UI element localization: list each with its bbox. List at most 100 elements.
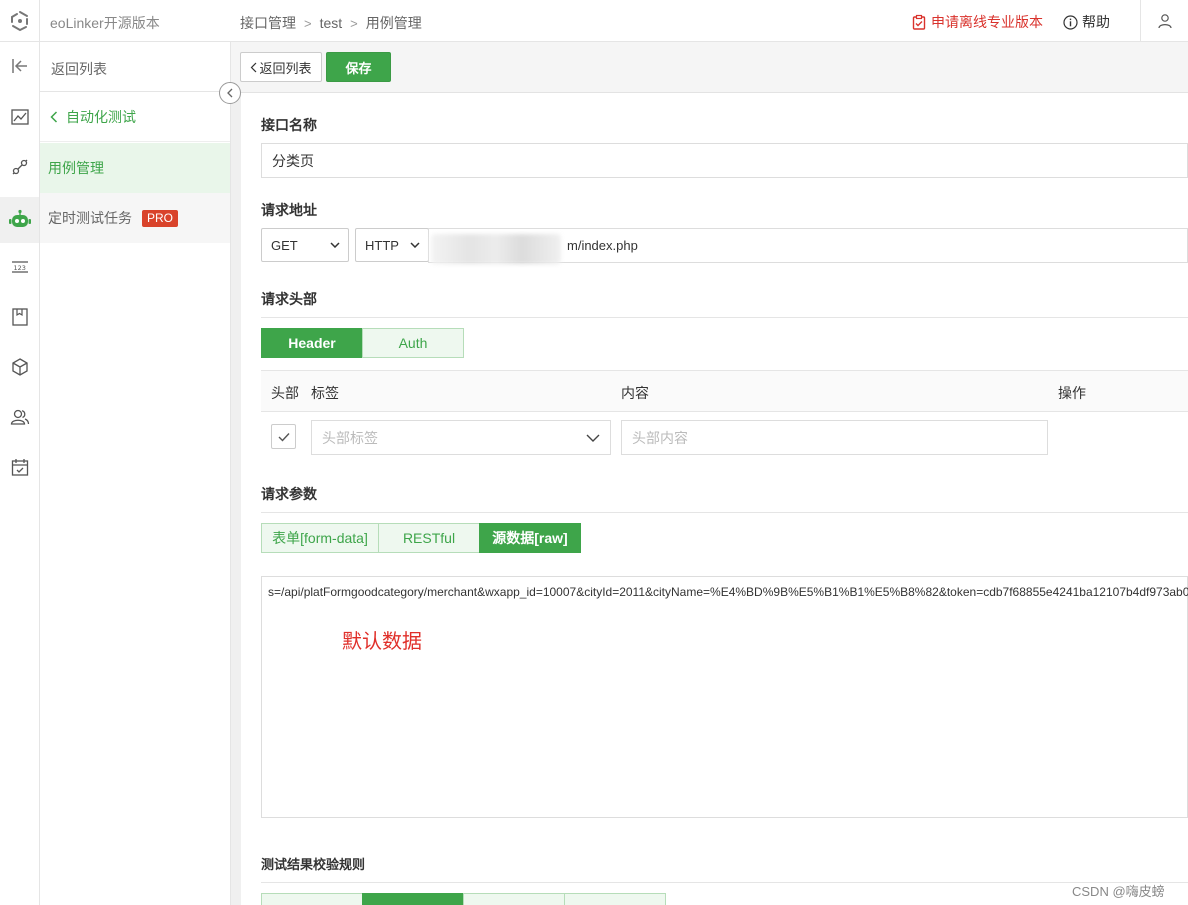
tab-form-data[interactable]: 表单[form-data] [261, 523, 379, 553]
chevron-left-icon [227, 88, 233, 98]
rail-item-link[interactable] [0, 147, 39, 187]
sidebar-item-case-management[interactable]: 用例管理 [40, 143, 230, 193]
svg-text:123: 123 [13, 264, 25, 272]
validation-rules-label: 测试结果校验规则 [261, 857, 366, 872]
protocol-value: HTTP [365, 237, 399, 253]
column-content: 内容 [621, 385, 649, 401]
chevron-down-icon [410, 242, 420, 248]
toolbar: 返回列表 保存 [231, 42, 1188, 93]
back-to-list-label: 返回列表 [51, 61, 107, 77]
default-data-annotation: 默认数据 [342, 631, 422, 653]
help-link[interactable]: 帮助 [1063, 12, 1110, 32]
tab-validation-2[interactable] [362, 893, 464, 905]
help-label: 帮助 [1082, 14, 1110, 30]
header-content-placeholder: 头部内容 [632, 429, 688, 446]
calendar-icon [11, 459, 28, 476]
raw-body-textarea[interactable]: s=/api/platFormgoodcategory/merchant&wxa… [261, 576, 1188, 818]
api-name-input[interactable]: 分类页 [261, 143, 1188, 178]
tab-validation-4[interactable] [564, 893, 666, 905]
rail-item-back[interactable] [0, 46, 39, 86]
divider [261, 317, 1188, 318]
tab-auth[interactable]: Auth [362, 328, 464, 358]
back-to-list-link[interactable]: 返回列表 [40, 42, 230, 92]
tab-header[interactable]: Header [261, 328, 363, 358]
sidebar-item-label: 定时测试任务 [48, 210, 132, 226]
header-content-input[interactable]: 头部内容 [621, 420, 1048, 455]
header-label-input[interactable]: 头部标签 [311, 420, 611, 455]
api-name-value: 分类页 [272, 152, 314, 169]
logo[interactable] [0, 0, 40, 41]
header-table-head: 头部 标签 内容 操作 [261, 370, 1188, 412]
rail-item-robot[interactable] [0, 197, 39, 243]
breadcrumb-item-current: 用例管理 [365, 15, 422, 31]
back-button[interactable]: 返回列表 [240, 52, 322, 82]
info-icon [1063, 14, 1078, 30]
icon-rail: 123 [0, 42, 40, 905]
document-icon [11, 308, 28, 326]
tab-raw[interactable]: 源数据[raw] [479, 523, 581, 553]
request-headers-label: 请求头部 [261, 291, 317, 307]
rail-item-users[interactable] [0, 397, 39, 437]
raw-body-text: s=/api/platFormgoodcategory/merchant&wxa… [268, 585, 1188, 599]
watermark: CSDN @嗨皮螃 [1072, 884, 1165, 899]
collapse-left-icon [11, 59, 27, 73]
method-select[interactable]: GET [261, 228, 349, 262]
case-editor: 接口名称 分类页 请求地址 GET HTTP m/index.php 请求头部 … [241, 93, 1188, 905]
rail-item-numbers[interactable]: 123 [0, 247, 39, 287]
chevron-left-icon [251, 62, 257, 72]
sidebar-item-scheduled-tasks[interactable]: 定时测试任务 PRO [40, 193, 230, 243]
column-label: 标签 [311, 385, 339, 401]
tab-restful[interactable]: RESTful [378, 523, 480, 553]
rail-item-calendar[interactable] [0, 447, 39, 487]
tab-validation-1[interactable] [261, 893, 363, 905]
clipboard-icon [912, 14, 926, 30]
rail-item-chart[interactable] [0, 97, 39, 137]
column-enable: 头部 [271, 385, 299, 401]
breadcrumb-item-project[interactable]: test [320, 15, 343, 31]
divider [261, 512, 1188, 513]
app-title: eoLinker开源版本 [50, 15, 160, 31]
save-button[interactable]: 保存 [326, 52, 391, 82]
header-tabs: Header Auth [261, 328, 464, 358]
redacted-url-blur [431, 234, 561, 264]
chevron-left-icon [50, 111, 58, 123]
rail-item-document[interactable] [0, 297, 39, 337]
sidebar-group-automation[interactable]: 自动化测试 [40, 93, 230, 142]
validation-tabs [261, 893, 666, 905]
chevron-down-icon [586, 434, 600, 442]
user-menu[interactable] [1140, 0, 1188, 41]
column-action: 操作 [1058, 385, 1086, 401]
request-url-label: 请求地址 [261, 202, 317, 218]
param-tabs: 表单[form-data] RESTful 源数据[raw] [261, 523, 581, 553]
number-icon: 123 [11, 261, 28, 273]
user-icon [1157, 13, 1172, 28]
protocol-select[interactable]: HTTP [355, 228, 429, 262]
api-name-label: 接口名称 [261, 117, 317, 133]
sidebar-item-label: 用例管理 [48, 160, 104, 176]
link-icon [12, 159, 27, 175]
logo-icon [10, 10, 28, 31]
chevron-right-icon: > [350, 15, 358, 31]
request-url-value: m/index.php [567, 238, 638, 253]
pro-badge: PRO [142, 209, 179, 227]
tab-validation-3[interactable] [463, 893, 565, 905]
header-row-checkbox[interactable] [271, 424, 296, 449]
header-label-placeholder: 头部标签 [322, 429, 378, 446]
cube-icon [11, 358, 28, 376]
breadcrumb: 接口管理 > test > 用例管理 [240, 13, 422, 33]
users-icon [10, 409, 29, 425]
sidebar: 返回列表 自动化测试 用例管理 定时测试任务 PRO [40, 42, 231, 905]
chevron-right-icon: > [304, 15, 312, 31]
promo-label: 申请离线专业版本 [931, 14, 1043, 30]
robot-icon [8, 209, 31, 227]
rail-item-cube[interactable] [0, 347, 39, 387]
top-bar: eoLinker开源版本 接口管理 > test > 用例管理 申请离线专业版本… [0, 0, 1188, 42]
breadcrumb-item-api[interactable]: 接口管理 [240, 13, 296, 33]
chart-icon [10, 109, 29, 125]
divider [261, 882, 1188, 883]
chevron-down-icon [330, 242, 340, 248]
request-params-label: 请求参数 [261, 486, 317, 502]
promo-link[interactable]: 申请离线专业版本 [911, 12, 1043, 32]
sidebar-collapse-button[interactable] [219, 82, 241, 104]
back-button-label: 返回列表 [259, 60, 312, 76]
